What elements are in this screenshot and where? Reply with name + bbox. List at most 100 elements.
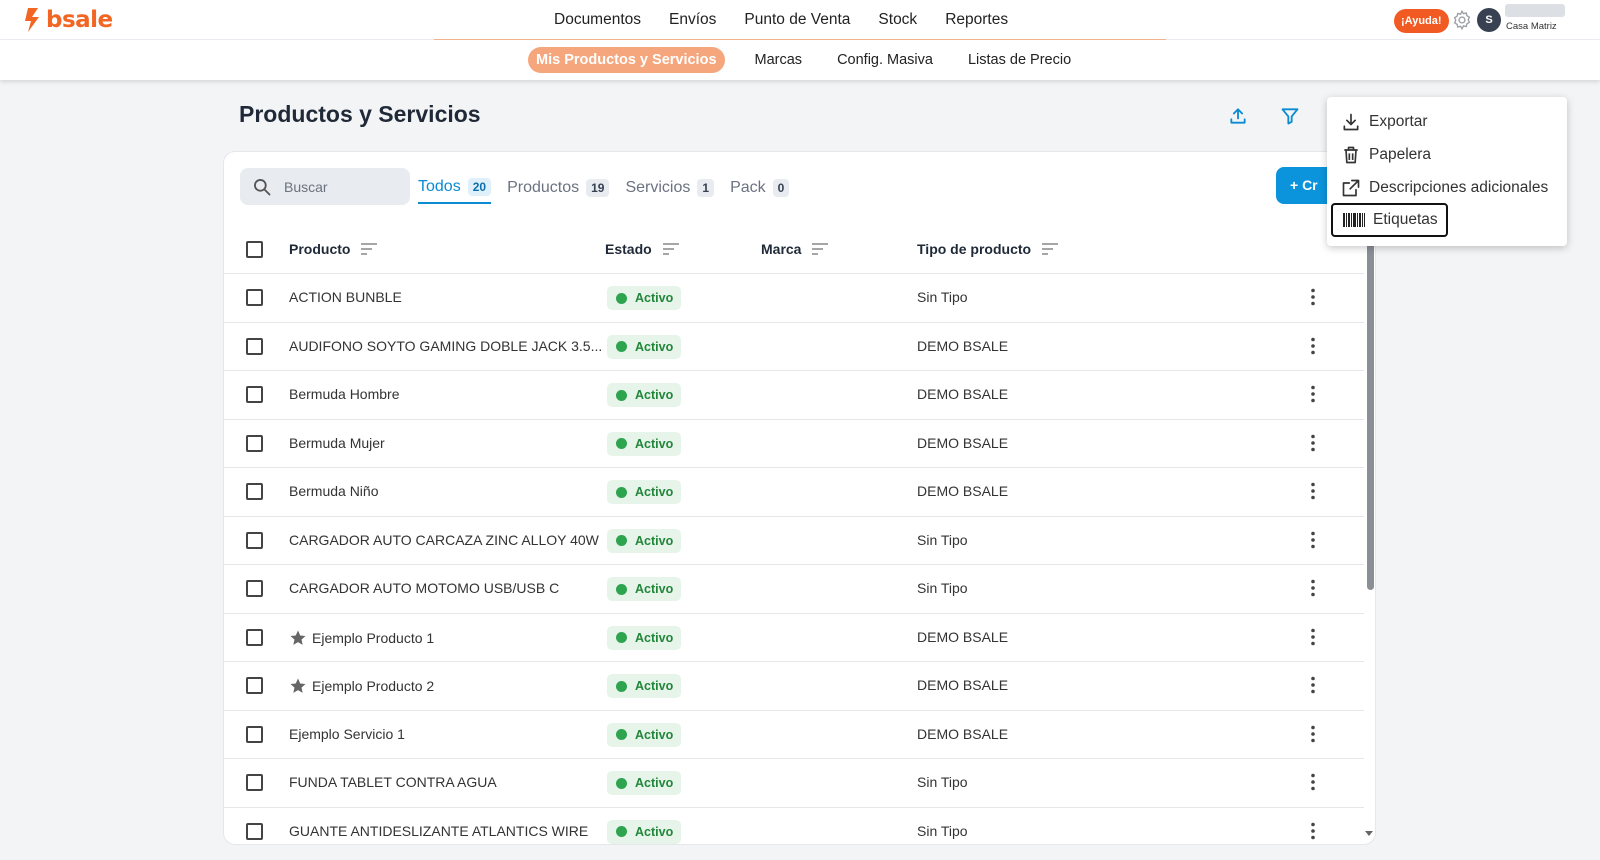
column-estado[interactable]: Estado <box>605 241 680 257</box>
more-options-icon[interactable] <box>1311 288 1315 311</box>
column-producto[interactable]: Producto <box>289 241 378 257</box>
table-row[interactable]: Ejemplo Producto 1 Activo DEMO BSALE <box>224 614 1364 662</box>
column-tipo-de-producto[interactable]: Tipo de producto <box>917 241 1059 257</box>
more-options-icon[interactable] <box>1311 579 1315 602</box>
nav-item-punto-de-venta[interactable]: Punto de Venta <box>744 11 850 29</box>
menu-item-label: Etiquetas <box>1373 211 1438 228</box>
subnav-marcas[interactable]: Marcas <box>755 52 803 68</box>
table-row[interactable]: AUDIFONO SOYTO GAMING DOBLE JACK 3.5... A… <box>224 323 1364 371</box>
product-name-text: AUDIFONO SOYTO GAMING DOBLE JACK 3.5... <box>289 337 603 354</box>
subnav-listas-de-precio[interactable]: Listas de Precio <box>968 52 1071 68</box>
bsale-logo[interactable]: bsale <box>24 7 113 33</box>
nav-item-reportes[interactable]: Reportes <box>945 11 1008 29</box>
nav-item-documentos[interactable]: Documentos <box>554 11 641 29</box>
menu-item-etiquetas[interactable]: Etiquetas <box>1331 203 1448 237</box>
menu-item-descripciones-adicionales[interactable]: Descripciones adicionales <box>1341 175 1548 201</box>
row-checkbox[interactable] <box>246 677 263 694</box>
scrollbar[interactable] <box>1364 240 1375 840</box>
menu-item-label: Exportar <box>1369 113 1428 130</box>
row-checkbox[interactable] <box>246 386 263 403</box>
top-navbar: bsale Documentos Envíos Punto de Venta S… <box>0 0 1600 40</box>
product-name[interactable]: GUANTE ANTIDESLIZANTE ATLANTICS WIRE <box>289 823 588 839</box>
product-name[interactable]: Ejemplo Producto 2 <box>289 677 434 695</box>
menu-item-exportar[interactable]: Exportar <box>1341 109 1428 135</box>
subnav-mis-productos[interactable]: Mis Productos y Servicios <box>528 47 725 73</box>
filter-icon[interactable] <box>1280 106 1300 131</box>
table-row[interactable]: Bermuda Niño Activo DEMO BSALE <box>224 468 1364 517</box>
product-name[interactable]: AUDIFONO SOYTO GAMING DOBLE JACK 3.5... <box>289 338 602 354</box>
menu-item-papelera[interactable]: Papelera <box>1341 142 1431 168</box>
gear-icon[interactable] <box>1451 9 1473 36</box>
tab-todos[interactable]: Todos 20 <box>418 172 492 204</box>
menu-item-label: Papelera <box>1369 146 1432 163</box>
more-options-icon[interactable] <box>1311 725 1315 748</box>
nav-item-envios[interactable]: Envíos <box>669 11 716 29</box>
row-checkbox[interactable] <box>246 774 263 791</box>
sort-icon[interactable] <box>360 242 378 256</box>
sort-icon[interactable] <box>1041 242 1059 256</box>
product-name[interactable]: Bermuda Mujer <box>289 435 385 451</box>
select-all-checkbox[interactable] <box>246 241 263 258</box>
products-card: Buscar Todos 20 Productos 19 Servicios 1… <box>223 151 1376 845</box>
tab-productos[interactable]: Productos 19 <box>507 172 610 204</box>
more-options-icon[interactable] <box>1311 434 1315 457</box>
table-row[interactable]: Bermuda Mujer Activo DEMO BSALE <box>224 420 1364 468</box>
more-options-icon[interactable] <box>1311 531 1315 554</box>
avatar[interactable]: S <box>1477 8 1501 32</box>
table-row[interactable]: FUNDA TABLET CONTRA AGUA Activo Sin Tipo <box>224 759 1364 808</box>
tab-count: 0 <box>772 179 790 197</box>
table-row[interactable]: ACTION BUNBLE Activo Sin Tipo <box>224 274 1364 323</box>
more-options-icon[interactable] <box>1311 822 1315 845</box>
row-checkbox[interactable] <box>246 434 263 452</box>
sort-icon[interactable] <box>811 242 829 256</box>
search-input[interactable]: Buscar <box>240 168 410 205</box>
tab-pack[interactable]: Pack 0 <box>730 172 790 204</box>
download-icon <box>1343 113 1359 131</box>
more-options-icon[interactable] <box>1311 385 1315 408</box>
product-name[interactable]: FUNDA TABLET CONTRA AGUA <box>289 774 497 790</box>
row-checkbox[interactable] <box>246 483 263 500</box>
table-row[interactable]: CARGADOR AUTO CARCAZA ZINC ALLOY 40W Acti… <box>224 517 1364 565</box>
table-row[interactable]: Ejemplo Servicio 1 Activo DEMO BSALE <box>224 711 1364 759</box>
tab-servicios[interactable]: Servicios 1 <box>625 172 715 204</box>
status-text: Activo <box>635 679 674 693</box>
column-marca[interactable]: Marca <box>761 241 829 257</box>
status-dot <box>616 632 627 643</box>
upload-icon[interactable] <box>1228 106 1248 131</box>
table-row[interactable]: GUANTE ANTIDESLIZANTE ATLANTICS WIRE Acti… <box>224 808 1364 845</box>
product-name[interactable]: CARGADOR AUTO MOTOMO USB/USB C <box>289 580 559 596</box>
row-checkbox[interactable] <box>246 337 263 355</box>
more-options-icon[interactable] <box>1311 676 1315 699</box>
product-name[interactable]: CARGADOR AUTO CARCAZA ZINC ALLOY 40W <box>289 532 599 548</box>
row-checkbox[interactable] <box>246 289 263 306</box>
scroll-down-icon[interactable] <box>1363 828 1375 838</box>
row-checkbox[interactable] <box>246 531 263 549</box>
product-name[interactable]: ACTION BUNBLE <box>289 289 402 305</box>
more-options-icon[interactable] <box>1311 482 1315 505</box>
scrollbar-thumb[interactable] <box>1367 240 1374 590</box>
more-options-icon[interactable] <box>1311 773 1315 796</box>
product-name[interactable]: Ejemplo Servicio 1 <box>289 726 405 742</box>
help-button[interactable]: ¡Ayuda! <box>1394 9 1449 33</box>
nav-item-stock[interactable]: Stock <box>878 11 917 29</box>
product-name[interactable]: Bermuda Niño <box>289 483 379 499</box>
status-badge: Activo <box>607 528 682 553</box>
row-checkbox[interactable] <box>246 628 263 646</box>
more-options-icon[interactable] <box>1311 337 1315 360</box>
row-checkbox[interactable] <box>246 822 263 840</box>
status-badge: Activo <box>607 771 682 795</box>
table-row[interactable]: CARGADOR AUTO MOTOMO USB/USB C Activo Sin … <box>224 565 1364 614</box>
table-row[interactable]: Ejemplo Producto 2 Activo DEMO BSALE <box>224 662 1364 711</box>
table-row[interactable]: Bermuda Hombre Activo DEMO BSALE <box>224 371 1364 420</box>
sort-icon[interactable] <box>662 242 680 256</box>
status-text: Activo <box>635 291 674 305</box>
branch-label[interactable]: Casa Matriz <box>1506 21 1557 32</box>
status-dot <box>616 729 627 740</box>
product-name[interactable]: Ejemplo Producto 1 <box>289 629 434 647</box>
row-checkbox[interactable] <box>246 725 263 743</box>
subnav-config-masiva[interactable]: Config. Masiva <box>837 52 933 68</box>
row-checkbox[interactable] <box>246 580 263 597</box>
product-type: DEMO BSALE <box>917 434 1009 451</box>
product-name[interactable]: Bermuda Hombre <box>289 386 400 402</box>
more-options-icon[interactable] <box>1311 628 1315 651</box>
